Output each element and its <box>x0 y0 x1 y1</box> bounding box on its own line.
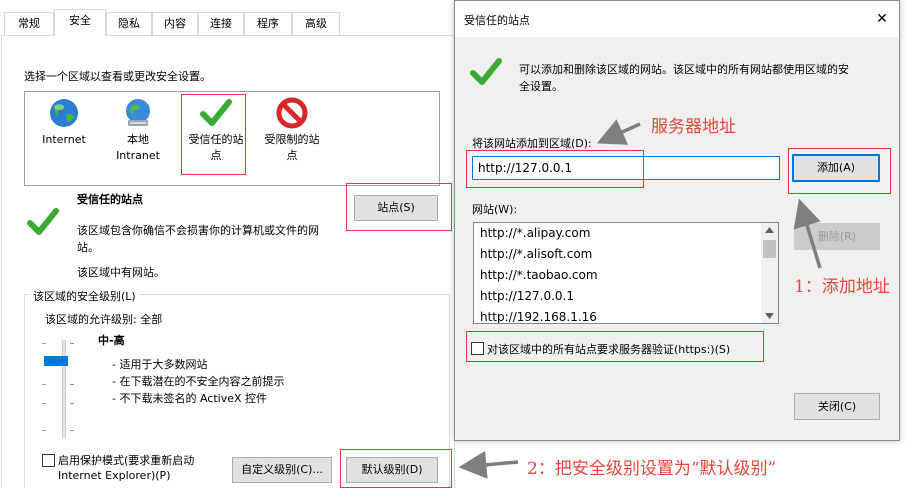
tab-security[interactable]: 安全 <box>54 9 106 36</box>
arrow-to-default-level <box>458 450 519 479</box>
annotation-step-2: 2：把安全级别设置为“默认级别” <box>527 459 777 479</box>
annotation-step-1: 1：添加地址 <box>794 277 890 297</box>
annotation-arrows <box>458 119 822 479</box>
annotation-server-address: 服务器地址 <box>651 117 736 137</box>
arrow-to-add-button <box>793 198 822 269</box>
arrow-to-address-input <box>596 119 641 145</box>
